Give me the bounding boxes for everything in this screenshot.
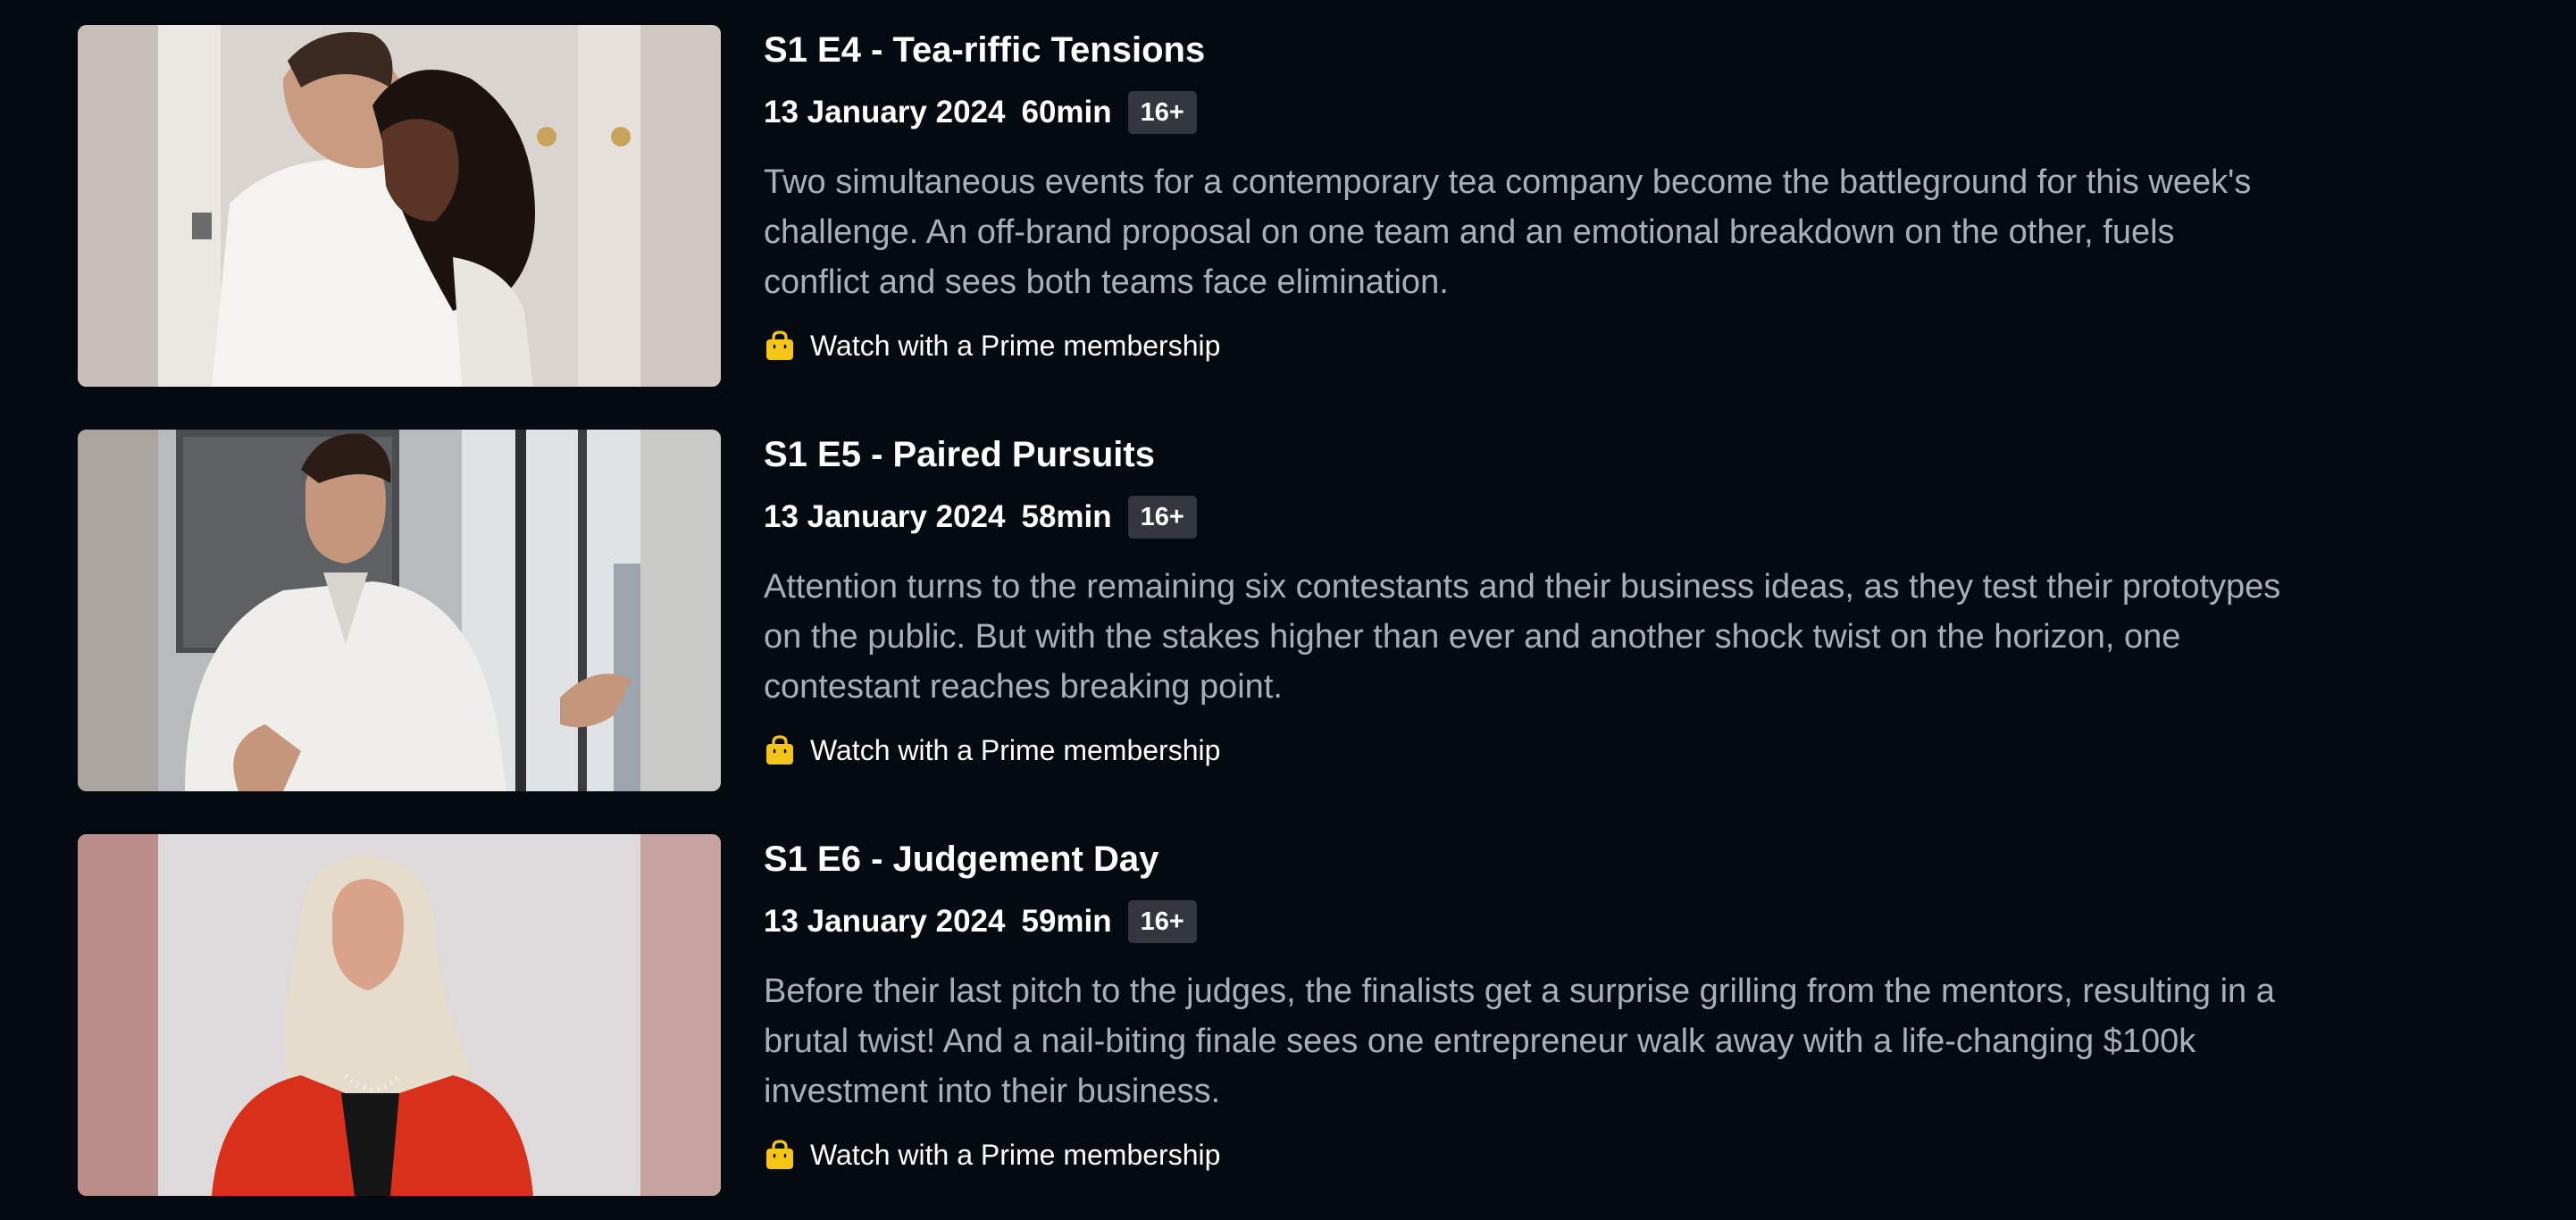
watch-label: Watch with a Prime membership bbox=[810, 734, 1221, 766]
episode-description: Attention turns to the remaining six con… bbox=[764, 568, 2281, 706]
age-rating-badge: 16+ bbox=[1127, 900, 1197, 943]
shopping-bag-icon bbox=[766, 1140, 793, 1169]
age-rating-badge: 16+ bbox=[1127, 91, 1197, 134]
air-date: 13 January 2024 bbox=[764, 95, 1006, 130]
age-rating-badge: 16+ bbox=[1127, 496, 1197, 539]
episode-description: Before their last pitch to the judges, t… bbox=[764, 973, 2275, 1110]
episode-description: Two simultaneous events for a contempora… bbox=[764, 163, 2252, 301]
episode-meta: 13 January 2024 60min 16+ bbox=[764, 89, 1197, 136]
runtime: 58min bbox=[1021, 499, 1112, 534]
watch-label: Watch with a Prime membership bbox=[810, 1139, 1221, 1171]
watch-with-prime-link[interactable]: Watch with a Prime membership bbox=[764, 730, 1220, 771]
shopping-bag-icon bbox=[766, 735, 793, 765]
episode-item: S1 E6 - Judgement Day 13 January 2024 59… bbox=[0, 834, 2576, 1209]
episode-meta: 13 January 2024 59min 16+ bbox=[764, 898, 1197, 945]
episode-title[interactable]: S1 E5 - Paired Pursuits bbox=[764, 431, 1155, 478]
episode-title[interactable]: S1 E4 - Tea-riffic Tensions bbox=[764, 27, 1205, 73]
episode-title[interactable]: S1 E6 - Judgement Day bbox=[764, 836, 1158, 882]
episode-thumbnail[interactable] bbox=[78, 834, 721, 1196]
watch-with-prime-link[interactable]: Watch with a Prime membership bbox=[764, 1134, 1220, 1175]
episode-item: S1 E5 - Paired Pursuits 13 January 2024 … bbox=[0, 430, 2576, 805]
watch-with-prime-link[interactable]: Watch with a Prime membership bbox=[764, 325, 1220, 366]
episode-item: S1 E4 - Tea-riffic Tensions 13 January 2… bbox=[0, 25, 2576, 400]
watch-label: Watch with a Prime membership bbox=[810, 330, 1221, 362]
episode-list: S1 E4 - Tea-riffic Tensions 13 January 2… bbox=[0, 0, 2576, 1220]
runtime: 59min bbox=[1021, 904, 1112, 939]
episode-thumbnail[interactable] bbox=[78, 430, 721, 791]
air-date: 13 January 2024 bbox=[764, 904, 1006, 939]
runtime: 60min bbox=[1021, 95, 1112, 130]
shopping-bag-icon bbox=[766, 330, 793, 360]
episode-meta: 13 January 2024 58min 16+ bbox=[764, 494, 1197, 540]
episode-thumbnail[interactable] bbox=[78, 25, 721, 387]
air-date: 13 January 2024 bbox=[764, 499, 1006, 534]
